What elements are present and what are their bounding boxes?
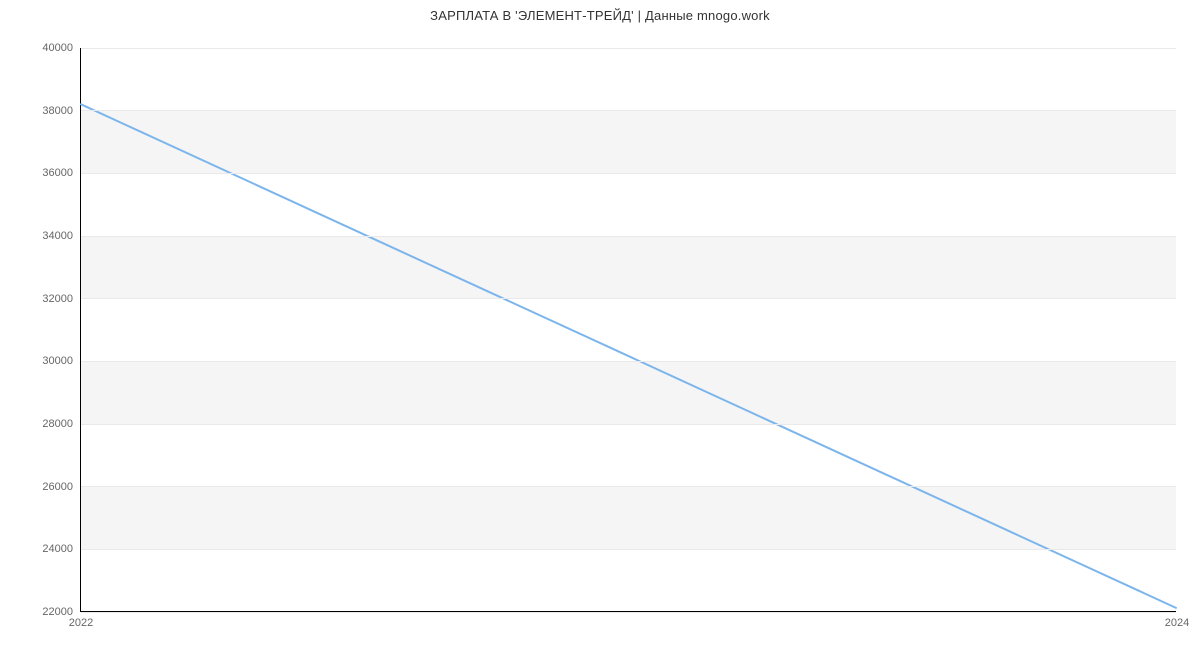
line-layer (81, 48, 1176, 611)
y-grid-line (81, 48, 1176, 49)
y-grid-line (81, 612, 1176, 613)
y-tick-label: 28000 (42, 418, 81, 430)
y-tick-label: 36000 (42, 167, 81, 179)
chart-title: ЗАРПЛАТА В 'ЭЛЕМЕНТ-ТРЕЙД' | Данные mnog… (0, 8, 1200, 23)
y-grid-line (81, 361, 1176, 362)
y-grid-line (81, 298, 1176, 299)
y-grid-line (81, 236, 1176, 237)
y-grid-line (81, 424, 1176, 425)
y-tick-label: 38000 (42, 105, 81, 117)
x-tick-label: 2024 (1165, 611, 1189, 629)
y-grid-line (81, 173, 1176, 174)
chart-container: ЗАРПЛАТА В 'ЭЛЕМЕНТ-ТРЕЙД' | Данные mnog… (0, 0, 1200, 650)
y-tick-label: 32000 (42, 293, 81, 305)
y-tick-label: 24000 (42, 543, 81, 555)
y-tick-label: 34000 (42, 230, 81, 242)
plot-area: 2200024000260002800030000320003400036000… (80, 48, 1176, 612)
y-tick-label: 26000 (42, 481, 81, 493)
y-grid-line (81, 486, 1176, 487)
y-grid-line (81, 549, 1176, 550)
y-tick-label: 30000 (42, 355, 81, 367)
series-line (81, 104, 1176, 608)
y-grid-line (81, 110, 1176, 111)
x-tick-label: 2022 (69, 611, 93, 629)
y-tick-label: 40000 (42, 42, 81, 54)
